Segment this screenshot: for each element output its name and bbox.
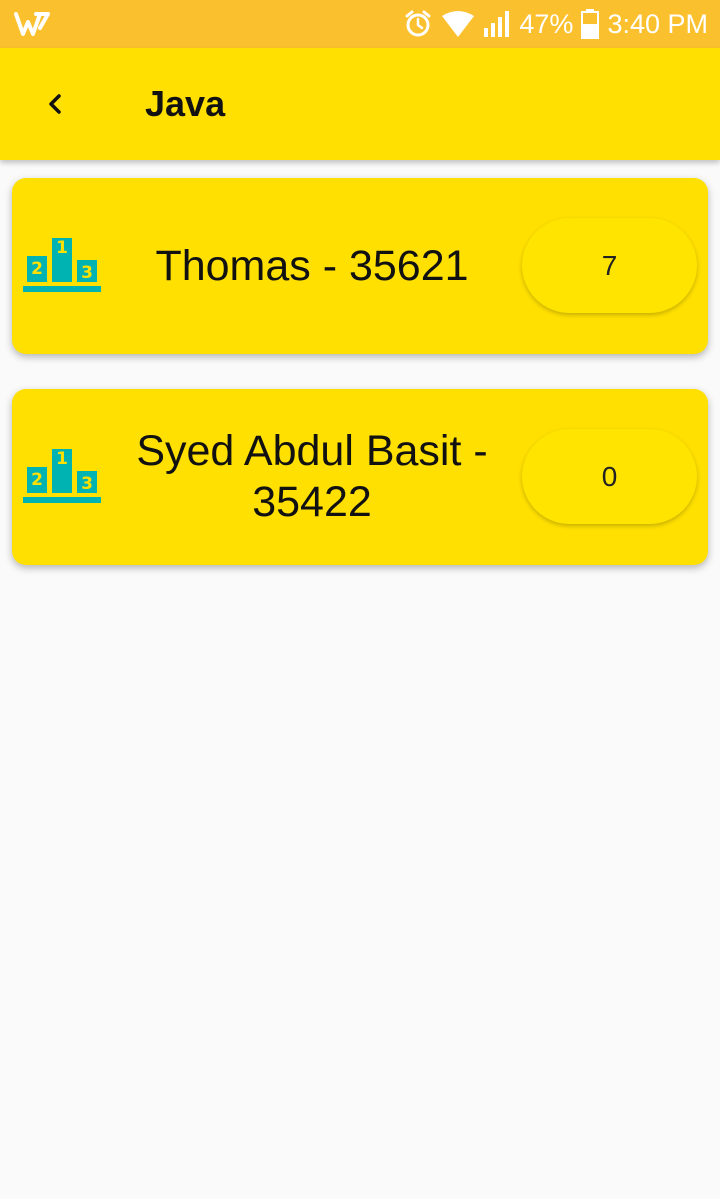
svg-text:2: 2 [31,259,43,279]
back-button[interactable] [28,76,84,132]
score-badge[interactable]: 7 [522,218,697,313]
svg-text:3: 3 [81,263,93,283]
app-logo-icon [14,12,50,36]
leaderboard-card[interactable]: 2 1 3 Syed Abdul Basit - 35422 0 [12,389,708,565]
svg-text:1: 1 [56,238,68,258]
status-bar: 47% 3:40 PM [0,0,720,48]
battery-percent: 47% [519,8,574,39]
entry-name: Thomas - 35621 [155,241,469,290]
page-title: Java [145,83,226,124]
chevron-left-icon [49,94,61,114]
entry-name: Syed Abdul Basit - 35422 [136,427,488,526]
score-badge[interactable]: 0 [522,429,697,524]
alarm-icon [405,10,431,37]
wifi-icon [442,11,475,37]
svg-text:3: 3 [81,474,93,494]
app-bar: Java [0,48,720,160]
podium-icon: 2 1 3 [23,449,101,503]
svg-text:1: 1 [56,449,68,469]
signal-icon [484,11,510,37]
battery-icon [581,9,600,39]
status-time: 3:40 PM [607,8,708,39]
podium-icon: 2 1 3 [23,238,101,292]
leaderboard-card[interactable]: 2 1 3 Thomas - 35621 7 [12,178,708,354]
svg-text:2: 2 [31,470,43,490]
